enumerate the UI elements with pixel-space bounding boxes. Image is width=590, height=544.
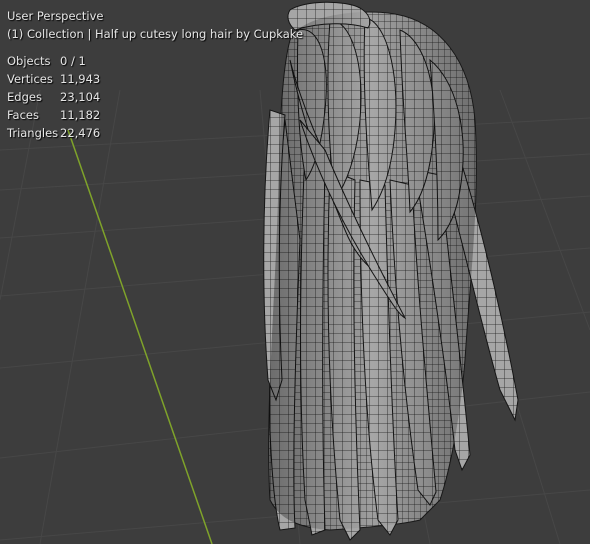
y-axis-line (67, 129, 213, 544)
stat-label: Edges (7, 90, 42, 104)
stat-label: Triangles (7, 126, 59, 140)
stat-value: 22,476 (60, 126, 101, 140)
viewport-info-overlay: User Perspective (1) Collection | Half u… (7, 7, 303, 142)
stat-value: 23,104 (60, 90, 101, 104)
stat-row-vertices: Vertices 11,943 (7, 70, 303, 88)
scene-statistics: Objects 0 / 1 Vertices 11,943 Edges 23,1… (7, 52, 303, 142)
stat-row-edges: Edges 23,104 (7, 88, 303, 106)
stat-row-objects: Objects 0 / 1 (7, 52, 303, 70)
stat-label: Vertices (7, 72, 53, 86)
stat-row-triangles: Triangles 22,476 (7, 124, 303, 142)
stat-label: Objects (7, 54, 51, 68)
stat-label: Faces (7, 108, 39, 122)
stat-value: 11,943 (60, 72, 101, 86)
view-name: User Perspective (7, 9, 104, 23)
collection-info: (1) Collection | Half up cutesy long hai… (7, 27, 304, 41)
stat-row-faces: Faces 11,182 (7, 106, 303, 124)
stat-value: 0 / 1 (60, 54, 86, 68)
stat-value: 11,182 (60, 108, 101, 122)
3d-viewport[interactable]: User Perspective (1) Collection | Half u… (0, 0, 590, 544)
